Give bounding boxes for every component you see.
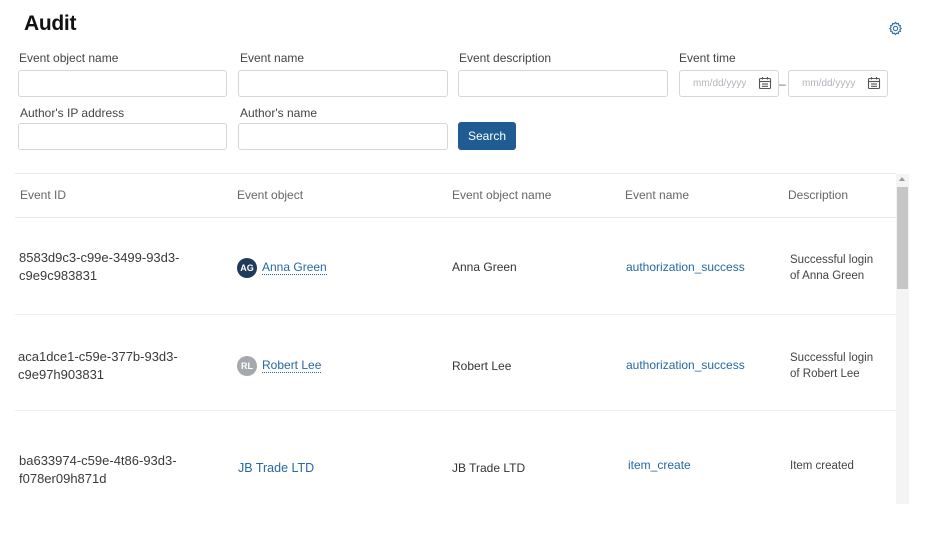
page-title: Audit [24,12,77,35]
date-placeholder: mm/dd/yyyy [693,78,747,89]
search-button[interactable]: Search [458,122,516,150]
date-range-separator: – [779,77,786,91]
event-description-input[interactable] [458,70,668,97]
gear-icon[interactable] [888,21,903,36]
event-object-link[interactable]: Robert Lee [262,358,322,373]
table-scrollbar[interactable] [896,174,909,504]
event-time-to-field[interactable]: mm/dd/yyyy [788,70,888,97]
scrollbar-thumb[interactable] [897,187,908,289]
audit-table: Event ID Event object Event object name … [15,173,896,504]
event-id-cell: ba633974-c59e-4t86-93d3- f078er09h871d [19,453,177,486]
column-header-event-object-name[interactable]: Event object name [452,188,551,202]
event-time-label: Event time [679,51,736,65]
event-object-name-label: Event object name [19,51,119,65]
calendar-icon[interactable] [867,76,881,90]
description-cell: Item created [790,460,854,472]
event-name-label: Event name [240,51,305,65]
event-time-from-field[interactable]: mm/dd/yyyy [679,70,779,97]
author-name-input[interactable] [238,123,448,150]
event-object-name-cell: Robert Lee [452,359,512,373]
calendar-icon[interactable] [758,76,772,90]
event-id-cell: 8583d9c3-c99e-3499-93d3- c9e9c983831 [19,250,180,283]
scroll-up-arrow-icon[interactable] [899,177,905,181]
avatar: AG [237,258,257,278]
date-placeholder: mm/dd/yyyy [802,78,856,89]
event-object-name-input[interactable] [18,70,227,97]
author-name-label: Author's name [240,106,317,120]
column-header-event-object[interactable]: Event object [237,188,303,202]
author-ip-label: Author's IP address [20,106,125,120]
event-object-link[interactable]: JB Trade LTD [238,461,314,475]
event-object-name-cell: JB Trade LTD [452,461,526,475]
event-object-name-cell: Anna Green [452,260,517,274]
event-description-label: Event description [459,51,552,65]
event-name-link[interactable]: authorization_success [626,260,745,274]
column-header-event-id[interactable]: Event ID [20,188,66,202]
event-name-link[interactable]: item_create [628,458,691,472]
event-name-input[interactable] [238,70,448,97]
table-row[interactable]: aca1dce1-c59e-377b-93d3- c9e97h903831 RL… [15,315,896,411]
event-object-link[interactable]: Anna Green [262,260,327,275]
table-header: Event ID Event object Event object name … [15,174,896,218]
description-cell: Successful login of Anna Green [790,254,874,282]
table-row[interactable]: ba633974-c59e-4t86-93d3- f078er09h871d J… [15,411,896,504]
event-name-link[interactable]: authorization_success [626,358,745,372]
description-cell: Successful login of Robert Lee [790,352,874,380]
column-header-description[interactable]: Description [788,188,848,202]
avatar: RL [237,356,257,376]
column-header-event-name[interactable]: Event name [625,188,689,202]
table-row[interactable]: 8583d9c3-c99e-3499-93d3- c9e9c983831 AG … [15,218,896,315]
author-ip-input[interactable] [18,123,227,150]
event-id-cell: aca1dce1-c59e-377b-93d3- c9e97h903831 [18,349,178,382]
